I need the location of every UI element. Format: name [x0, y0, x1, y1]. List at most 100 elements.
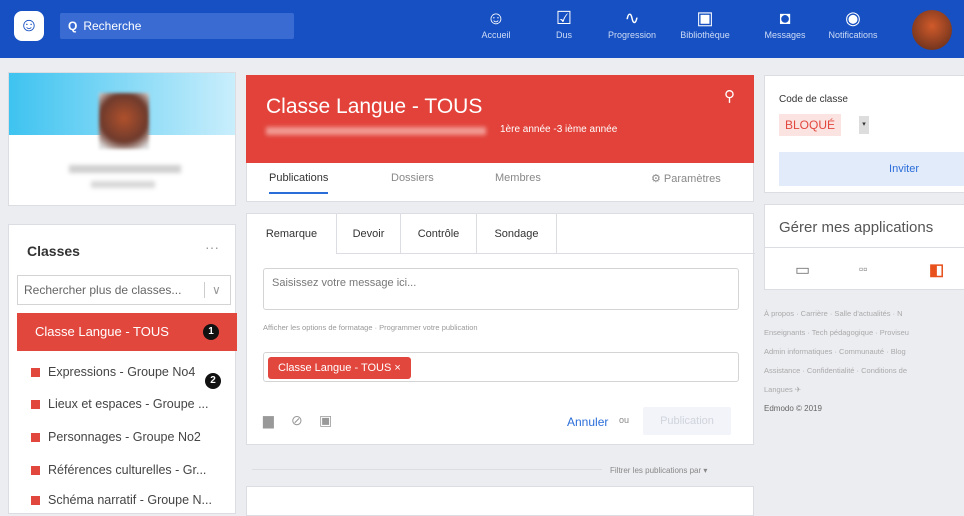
more-options-icon[interactable]: ···: [205, 239, 219, 255]
class-code-value: BLOQUÉ: [779, 114, 842, 136]
filter-posts-dropdown[interactable]: Filtrer les publications par ▾: [610, 466, 707, 475]
nav-label: Progression: [607, 30, 657, 40]
class-code-card: Code de classe BLOQUÉ ▾ Inviter: [764, 75, 964, 193]
class-search-input[interactable]: Rechercher plus de classes... ∨: [17, 275, 231, 305]
class-item-label: Lieux et espaces - Groupe ...: [48, 397, 209, 411]
nav-label: Dus: [555, 30, 572, 40]
nav-label: Notifications: [828, 30, 878, 40]
class-title: Classe Langue - TOUS: [266, 95, 483, 118]
copyright: Edmodo © 2019: [764, 404, 822, 413]
class-owner-blurred: [266, 127, 486, 135]
nav-label: Accueil: [481, 30, 511, 40]
pin-icon[interactable]: ⚲: [724, 87, 735, 105]
footer-links[interactable]: Enseignants · Tech pédagogique · Provise…: [764, 327, 909, 339]
class-search-placeholder: Rechercher plus de classes...: [24, 283, 182, 297]
search-icon: Q: [68, 19, 78, 33]
tab-dossiers[interactable]: Dossiers: [391, 172, 434, 184]
class-color-icon: [31, 466, 40, 476]
file-icon[interactable]: ▆: [263, 412, 274, 429]
class-item[interactable]: Schéma narratif - Groupe N...: [31, 493, 212, 507]
class-item-label: Schéma narratif - Groupe N...: [48, 493, 212, 507]
search-input[interactable]: Q Recherche: [60, 13, 294, 39]
nav-accueil[interactable]: ☺ Accueil: [461, 6, 531, 40]
chevron-down-icon[interactable]: ▾: [859, 116, 869, 134]
post-composer: Remarque Devoir Contrôle Sondage Saisiss…: [246, 213, 755, 445]
class-color-icon: [31, 368, 40, 378]
progression-icon: ∿: [624, 8, 640, 28]
edmodo-logo-icon[interactable]: ☺: [14, 11, 44, 41]
class-item[interactable]: Expressions - Groupe No4: [31, 365, 195, 379]
bibliotheque-icon: ▣: [696, 8, 714, 28]
tab-parametres-label: Paramètres: [663, 173, 721, 185]
step-badge-1: 1: [203, 324, 219, 340]
tab-parametres[interactable]: ⚙ Paramètres: [651, 172, 721, 185]
profile-role-blurred: [91, 181, 155, 188]
tab-controle[interactable]: Contrôle: [401, 214, 477, 254]
tab-remarque[interactable]: Remarque: [247, 214, 337, 254]
profile-card: [8, 72, 236, 206]
nav-label: Bibliothèque: [680, 30, 730, 40]
calendar-icon[interactable]: ▭: [795, 260, 810, 280]
profile-name-blurred: [69, 165, 181, 173]
messages-icon: ◘: [779, 8, 791, 28]
formatting-options-link[interactable]: Afficher les options de formatage · Prog…: [263, 323, 478, 332]
apps-row: ▭ ▫▫ ◧: [765, 247, 964, 291]
nav-progression[interactable]: ∿ Progression: [597, 6, 667, 40]
tab-sondage[interactable]: Sondage: [477, 214, 557, 254]
class-color-icon: [31, 400, 40, 410]
class-item-active[interactable]: Classe Langue - TOUS 1: [17, 313, 237, 351]
step-badge-2: 2: [205, 373, 221, 389]
footer-links[interactable]: Admin informatiques · Communauté · Blog: [764, 346, 906, 358]
classes-title: Classes: [27, 243, 80, 259]
profile-picture[interactable]: [99, 93, 149, 149]
cancel-button[interactable]: Annuler: [567, 415, 608, 429]
link-icon[interactable]: ⊘: [291, 412, 303, 429]
class-item[interactable]: Références culturelles - Gr...: [31, 463, 206, 477]
footer-links[interactable]: Assistance · Confidentialité · Condition…: [764, 365, 907, 377]
user-avatar[interactable]: [912, 10, 952, 50]
class-grade-range: 1ère année -3 ième année: [500, 124, 618, 135]
nav-label: Messages: [764, 30, 806, 40]
gear-icon: ⚙: [651, 173, 664, 185]
class-color-icon: [31, 433, 40, 443]
nav-bibliotheque[interactable]: ▣ Bibliothèque: [670, 6, 740, 40]
invite-button[interactable]: Inviter: [779, 152, 964, 186]
publish-button[interactable]: Publication: [643, 407, 731, 435]
office-icon[interactable]: ◧: [929, 260, 944, 280]
search-placeholder: Recherche: [83, 19, 142, 33]
class-item[interactable]: Lieux et espaces - Groupe ...: [31, 397, 209, 411]
tab-devoir[interactable]: Devoir: [337, 214, 401, 254]
class-item[interactable]: Personnages - Groupe No2: [31, 430, 201, 444]
nav-dus[interactable]: ☑ Dus: [529, 6, 599, 40]
class-tabs: Publications Dossiers Membres ⚙ Paramètr…: [246, 163, 754, 202]
post-card: [246, 486, 754, 516]
tab-membres[interactable]: Membres: [495, 172, 541, 184]
footer-links[interactable]: À propos · Carrière · Salle d'actualités…: [764, 308, 903, 320]
top-navigation-bar: ☺ Q Recherche ☺ Accueil ☑ Dus ∿ Progression …: [0, 0, 964, 58]
class-item-label: Personnages - Groupe No2: [48, 430, 201, 444]
notifications-icon: ◉: [845, 8, 861, 28]
nav-messages[interactable]: ◘ Messages: [750, 6, 820, 40]
class-code-label: Code de classe: [779, 94, 848, 105]
message-input[interactable]: Saisissez votre message ici...: [263, 268, 739, 310]
recipient-chip[interactable]: Classe Langue - TOUS ×: [268, 357, 411, 379]
class-header: Classe Langue - TOUS 1ère année -3 ième …: [246, 75, 754, 163]
classes-panel: Classes ··· Rechercher plus de classes..…: [8, 224, 237, 514]
or-label: ou: [619, 415, 630, 425]
recipients-field[interactable]: Classe Langue - TOUS ×: [263, 352, 739, 382]
tab-publications[interactable]: Publications: [269, 172, 329, 194]
globe-icon: ✈: [794, 385, 802, 394]
nav-notifications[interactable]: ◉ Notifications: [818, 6, 888, 40]
class-item-label: Expressions - Groupe No4: [48, 365, 196, 379]
accueil-icon: ☺: [486, 8, 506, 28]
languages-label: Langues: [764, 385, 793, 394]
chevron-down-icon[interactable]: ∨: [212, 276, 221, 304]
divider: [252, 469, 602, 470]
class-item-label: Références culturelles - Gr...: [48, 463, 207, 477]
footer-languages[interactable]: Langues ✈: [764, 384, 801, 396]
divider: [204, 282, 205, 298]
apps-card: Gérer mes applications ▭ ▫▫ ◧: [764, 204, 964, 290]
library-icon[interactable]: ▣: [319, 412, 332, 429]
dus-icon: ☑: [555, 8, 573, 28]
apps-grid-icon[interactable]: ▫▫: [859, 262, 868, 276]
